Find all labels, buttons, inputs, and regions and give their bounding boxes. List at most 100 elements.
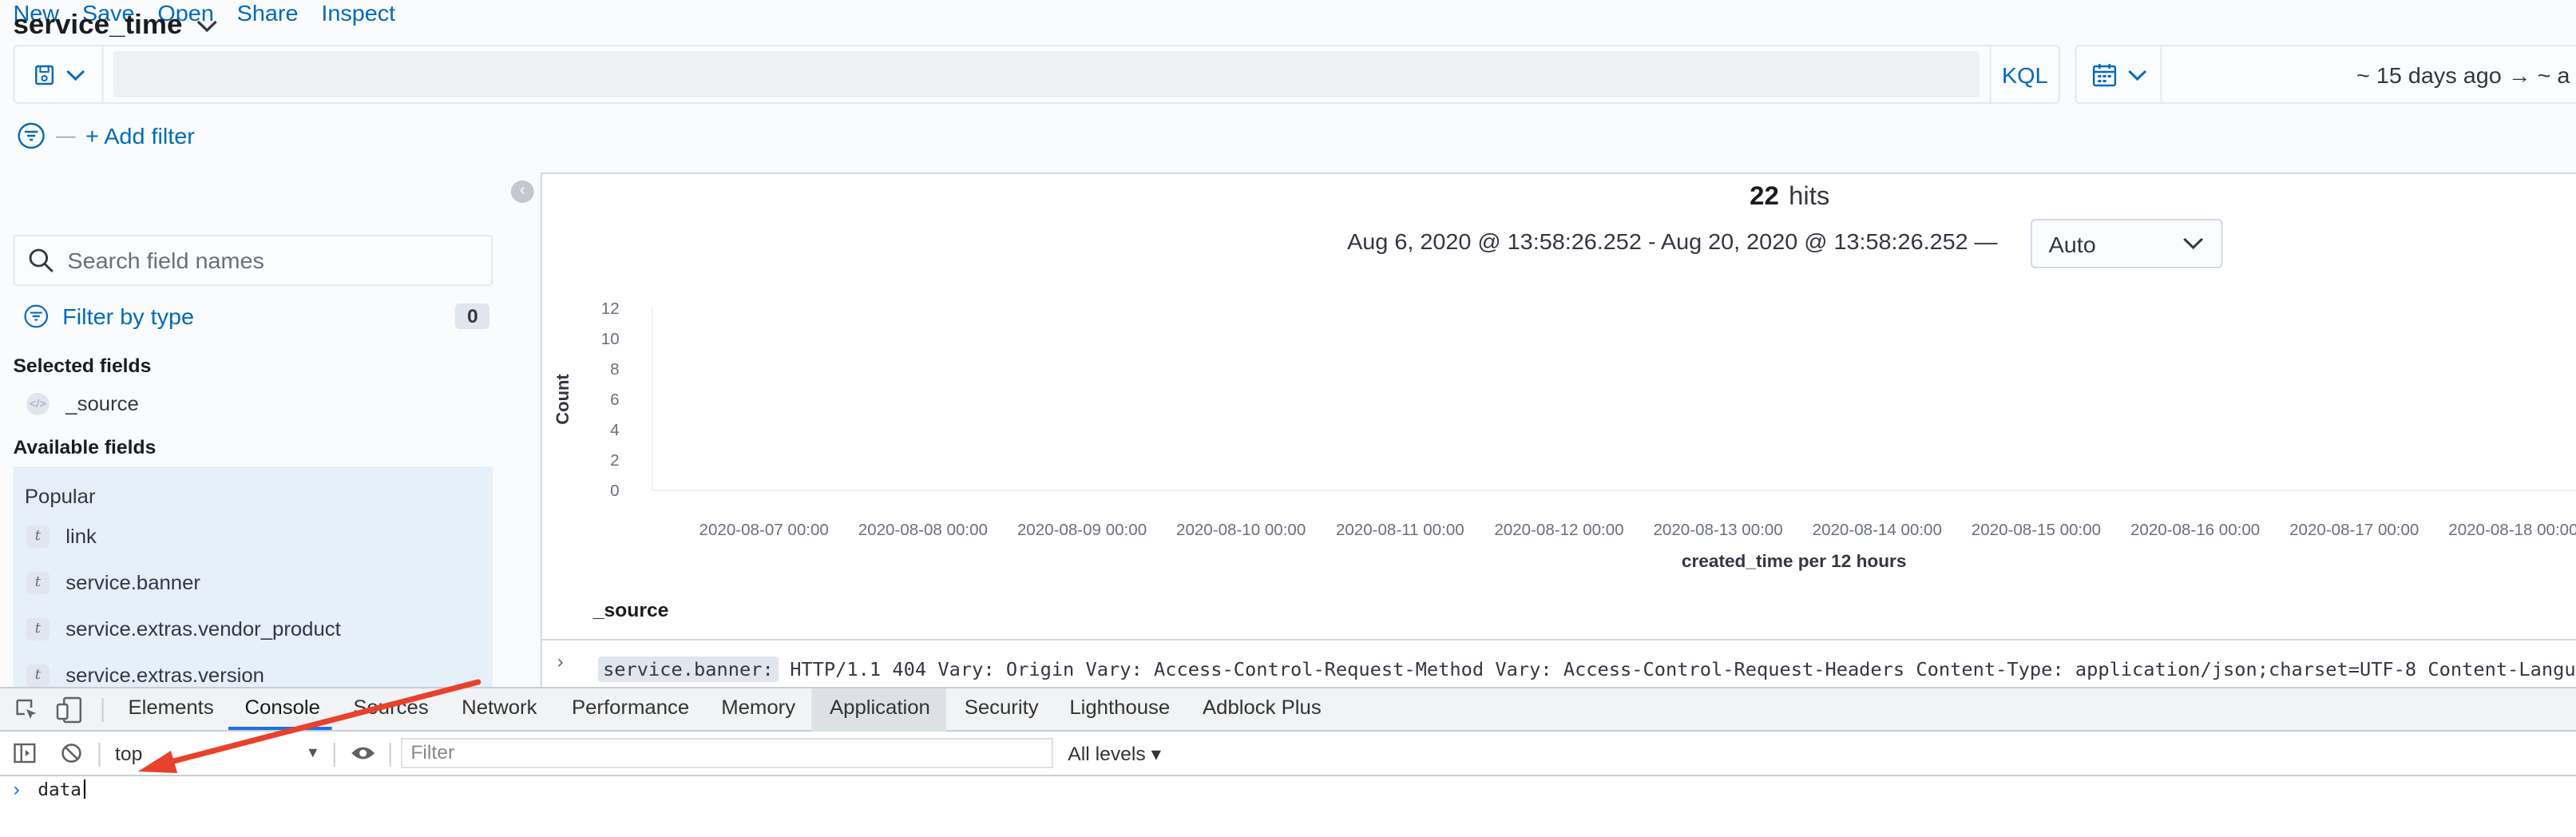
tab-security[interactable]: Security [965, 696, 1039, 719]
index-pattern-name: service_time [13, 10, 183, 40]
tab-elements[interactable]: Elements [128, 696, 213, 719]
console-toolbar: top ▼ Filter All levels ▾ [0, 732, 2576, 776]
filter-row: — + Add filter [17, 121, 195, 150]
x-tick-label: 2020-08-09 00:00 [1017, 522, 1147, 539]
menu-inspect[interactable]: Inspect [321, 0, 395, 26]
filter-options-icon[interactable] [17, 121, 46, 150]
tab-adblock-plus[interactable]: Adblock Plus [1203, 696, 1322, 719]
x-tick-label: 2020-08-10 00:00 [1176, 522, 1306, 539]
field-item-version[interactable]: t service.extras.version [26, 664, 264, 687]
document-row[interactable]: › service.banner: HTTP/1.1 404 Vary: Ori… [541, 639, 2576, 687]
doc-field-key: service.banner: [597, 657, 779, 682]
tab-sources[interactable]: Sources [353, 696, 428, 719]
calendar-icon [2091, 63, 2116, 86]
filter-count-badge: 0 [455, 303, 490, 329]
results-date-range: Aug 6, 2020 @ 13:58:26.252 - Aug 20, 202… [1347, 228, 1998, 254]
separator [101, 698, 104, 722]
selected-field-source[interactable]: </> _source [26, 393, 139, 415]
console-prompt-icon: › [13, 778, 20, 800]
saved-query-button[interactable] [15, 46, 104, 102]
x-tick-label: 2020-08-16 00:00 [2130, 522, 2260, 539]
source-column-header: _source [592, 599, 669, 621]
selected-fields-title: Selected fields [13, 355, 152, 377]
field-item-link[interactable]: t link [26, 526, 97, 548]
string-field-icon: t [26, 526, 50, 548]
field-name: service.extras.vendor_product [65, 618, 341, 641]
tab-memory[interactable]: Memory [721, 696, 795, 719]
chevron-down-icon [65, 69, 84, 81]
interval-select[interactable]: Auto [2030, 219, 2223, 268]
y-tick-label: 12 [601, 300, 620, 318]
sidebar-toggle-icon[interactable] [13, 743, 36, 764]
x-tick-label: 2020-08-11 00:00 [1336, 522, 1464, 539]
clear-console-icon[interactable] [61, 743, 82, 764]
doc-field-value: HTTP/1.1 404 Vary: Origin Vary: Access-C… [790, 658, 2576, 680]
x-tick-label: 2020-08-14 00:00 [1813, 522, 1942, 539]
field-name: link [65, 526, 97, 548]
x-tick-label: 2020-08-08 00:00 [858, 522, 988, 539]
saved-query-icon [34, 64, 54, 85]
context-dropdown-icon[interactable]: ▼ [306, 744, 320, 760]
quick-select-button[interactable] [2077, 46, 2162, 102]
chevron-down-icon [2127, 69, 2146, 81]
chevron-down-icon [196, 19, 217, 32]
context-selector[interactable]: top [115, 743, 142, 765]
console-input-text: data [38, 779, 81, 800]
search-icon [29, 248, 54, 272]
time-range-text[interactable]: ~ 15 days ago → ~ a d [2162, 61, 2576, 87]
expand-row-icon[interactable]: › [557, 650, 563, 672]
tab-lighthouse[interactable]: Lighthouse [1069, 696, 1170, 719]
text-caret [82, 779, 85, 799]
device-toolbar-icon[interactable] [56, 696, 82, 724]
string-field-icon: t [26, 618, 50, 641]
index-pattern-selector[interactable]: service_time [13, 10, 218, 42]
field-search-placeholder: Search field names [67, 248, 264, 273]
devtools-panel: Elements Console Sources Network Perform… [0, 687, 2576, 837]
field-name: service.banner [65, 572, 201, 594]
field-search-input[interactable]: Search field names [13, 235, 493, 286]
log-levels-dropdown[interactable]: All levels ▾ [1068, 743, 1161, 765]
query-input[interactable] [113, 51, 1980, 97]
tab-application[interactable]: Application [830, 696, 930, 719]
field-item-service-banner[interactable]: t service.banner [26, 572, 200, 594]
y-tick-label: 8 [610, 361, 619, 379]
interval-value: Auto [2048, 231, 2096, 256]
y-tick-label: 0 [610, 482, 619, 500]
menu-share[interactable]: Share [237, 0, 299, 26]
active-tab-indicator [228, 727, 332, 730]
separator: — [55, 125, 76, 147]
separator [333, 743, 335, 767]
field-name: service.extras.version [65, 664, 264, 687]
x-tick-label: 2020-08-12 00:00 [1494, 522, 1623, 539]
query-bar: KQL [13, 45, 2060, 104]
x-tick-label: 2020-08-17 00:00 [2289, 522, 2419, 539]
x-tick-label: 2020-08-07 00:00 [699, 522, 829, 539]
string-field-icon: t [26, 572, 50, 594]
inspect-element-icon[interactable] [15, 698, 40, 722]
tab-performance[interactable]: Performance [572, 696, 689, 719]
console-input[interactable]: data [38, 779, 85, 800]
x-axis-label: created_time per 12 hours [1682, 551, 1906, 571]
tab-network[interactable]: Network [462, 696, 537, 719]
separator [389, 743, 391, 767]
tab-console[interactable]: Console [245, 696, 320, 719]
date-picker: ~ 15 days ago → ~ a d [2075, 45, 2576, 104]
x-tick-label: 2020-08-15 00:00 [1972, 522, 2101, 539]
y-tick-label: 2 [610, 452, 619, 470]
console-filter-input[interactable]: Filter [401, 738, 1053, 768]
histogram-chart: 0 2 4 6 8 10 12 Count 2020-08-07 00:00 2020-08-08… [553, 300, 2576, 571]
collapse-sidebar-icon[interactable]: ‹ [510, 180, 534, 203]
chevron-down-icon [2183, 237, 2204, 250]
y-tick-label: 4 [610, 422, 619, 439]
separator [98, 743, 101, 767]
eye-icon[interactable] [350, 744, 376, 762]
devtools-tabbar: Elements Console Sources Network Perform… [0, 688, 2576, 732]
document-source: service.banner: HTTP/1.1 404 Vary: Origi… [597, 657, 2576, 682]
field-item-vendor-product[interactable]: t service.extras.vendor_product [26, 618, 341, 641]
kql-toggle[interactable]: KQL [1989, 46, 2059, 102]
source-field-icon: </> [26, 393, 50, 415]
filter-by-type-button[interactable]: Filter by type 0 [23, 302, 490, 331]
add-filter-button[interactable]: + Add filter [85, 123, 195, 149]
y-axis-label: Count [553, 374, 573, 425]
hits-label: hits [1789, 184, 1830, 211]
